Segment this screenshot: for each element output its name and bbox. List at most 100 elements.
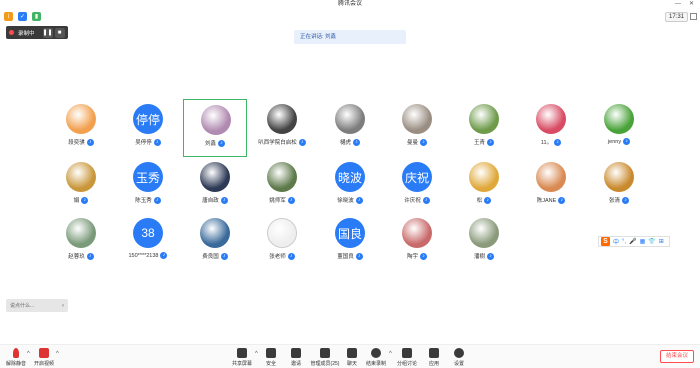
stop-recording-toolbar-button[interactable]: 结束录制: [362, 348, 390, 367]
participant-name-line: 叭西学院白启松 ♪: [250, 138, 314, 146]
participant-name-line: 曼曼 ♪: [385, 138, 449, 146]
video-button[interactable]: 开启视频: [30, 348, 58, 367]
participant-name: 王青: [473, 140, 485, 146]
participant-tile[interactable]: 姚师军 ♪: [250, 157, 314, 215]
participant-tile[interactable]: jenny ♪: [587, 99, 651, 157]
participant-tile[interactable]: 叭西学院白启松 ♪: [250, 99, 314, 157]
stop-recording-button[interactable]: ■: [54, 27, 65, 38]
participant-tile[interactable]: 陶宇 ♪: [385, 213, 449, 271]
add-user-icon: [291, 348, 301, 358]
ime-toolbar[interactable]: S 中 °, 🎤 ▦ 👕 ⊞: [598, 236, 670, 247]
participant-name-line: 王青 ♪: [452, 138, 516, 146]
mic-status-icon: ♪: [355, 252, 363, 260]
close-button[interactable]: ✕: [689, 0, 694, 8]
meeting-toolbar: 解除静音 ^ 开启视频 ^ 共享屏幕 ^ 安全 邀请 管理成员(25) 聊天 结…: [0, 344, 700, 368]
participant-name-line: 张老师 ♪: [250, 252, 314, 260]
avatar: 停停: [133, 104, 163, 134]
participant-name-line: 刘鑫 ♪: [184, 139, 246, 147]
ime-keyboard-icon[interactable]: ▦: [640, 238, 646, 245]
record-options-chevron-icon[interactable]: ^: [389, 351, 392, 357]
participant-name: 段奕骐: [68, 140, 85, 146]
participant-name-line: 11。 ♪: [519, 138, 583, 146]
members-icon: [320, 348, 330, 358]
window-title: 腾讯会议: [337, 1, 362, 7]
invite-button[interactable]: 邀请: [282, 348, 310, 367]
participant-tile[interactable]: 张清 ♪: [587, 157, 651, 215]
participant-tile[interactable]: 38 150****2138 ♪: [116, 213, 180, 271]
participant-name: 曼曼: [406, 140, 418, 146]
participant-name: 张老师: [269, 254, 286, 260]
participant-tile[interactable]: 晓波 徐晓波 ♪: [318, 157, 382, 215]
title-bar: 腾讯会议 — ✕: [0, 0, 700, 8]
pause-recording-button[interactable]: ❚❚: [42, 27, 53, 38]
avatar: [536, 104, 566, 134]
mic-status-icon: ♪: [353, 138, 360, 146]
participant-tile[interactable]: 娟 ♪: [49, 157, 113, 215]
signal-icon[interactable]: ▮: [32, 12, 41, 21]
participant-name: 陶宇: [406, 254, 418, 260]
minimize-button[interactable]: —: [675, 0, 681, 8]
send-icon[interactable]: ›: [62, 303, 64, 309]
participant-tile[interactable]: 停停 吴停停 ♪: [116, 99, 180, 157]
mic-status-icon: ♪: [287, 196, 295, 204]
mic-status-icon: ♪: [484, 196, 492, 204]
participant-tile[interactable]: 樋虎 ♪: [318, 99, 382, 157]
mute-button[interactable]: 解除静音: [2, 348, 30, 367]
participant-name-line: 许庆祝 ♪: [385, 196, 449, 204]
participant-tile[interactable]: 赵蓉玖 ♪: [49, 213, 113, 271]
video-options-chevron-icon[interactable]: ^: [56, 351, 59, 357]
participant-name: 唐自政: [202, 198, 219, 204]
ime-punctuation-icon[interactable]: °,: [622, 239, 626, 245]
ime-skin-icon[interactable]: 👕: [648, 238, 655, 245]
participant-tile[interactable]: 段奕骐 ♪: [49, 99, 113, 157]
shield-icon[interactable]: ✓: [18, 12, 27, 21]
chat-bubble-icon: [347, 348, 357, 358]
participant-tile[interactable]: 11。 ♪: [519, 99, 583, 157]
avatar: 庆祝: [402, 162, 432, 192]
camera-off-icon: [39, 348, 49, 358]
participant-tile[interactable]: 唐自政 ♪: [183, 157, 247, 215]
mic-status-icon: ♪: [220, 252, 228, 260]
recording-label: 录制中: [18, 30, 35, 37]
security-button[interactable]: 安全: [257, 348, 285, 367]
manage-members-button[interactable]: 管理成员(25): [310, 348, 340, 367]
participant-tile[interactable]: 潘樹 ♪: [452, 213, 516, 271]
record-label: 结束录制: [365, 361, 386, 367]
participant-tile[interactable]: 国良 董国良 ♪: [318, 213, 382, 271]
participant-tile[interactable]: 松 ♪: [452, 157, 516, 215]
mic-status-icon: ♪: [420, 138, 427, 146]
breakout-button[interactable]: 分组讨论: [393, 348, 421, 367]
apps-button[interactable]: 应用: [420, 348, 448, 367]
mic-status-icon: ♪: [220, 196, 228, 204]
info-icon[interactable]: i: [4, 12, 13, 21]
avatar: [469, 104, 499, 134]
layout-grid-icon[interactable]: [690, 13, 697, 20]
mic-status-icon: ♪: [81, 196, 89, 204]
video-label: 开启视频: [33, 361, 54, 367]
participant-tile[interactable]: 王青 ♪: [452, 99, 516, 157]
ime-chinese-mode[interactable]: 中: [613, 237, 619, 246]
ime-voice-icon[interactable]: 🎤: [629, 238, 636, 245]
mic-status-icon: ♪: [558, 196, 566, 204]
participant-tile[interactable]: 张老师 ♪: [250, 213, 314, 271]
participant-name-line: 陈JANE ♪: [519, 196, 583, 204]
participant-tile[interactable]: 刘鑫 ♪: [183, 99, 247, 157]
settings-button[interactable]: 设置: [445, 348, 473, 367]
gear-icon: [454, 348, 464, 358]
participant-name: 张清: [608, 198, 620, 204]
avatar: [267, 104, 297, 134]
mic-status-icon: ♪: [86, 138, 94, 146]
participant-tile[interactable]: 玉秀 陈玉秀 ♪: [116, 157, 180, 215]
chat-input[interactable]: 说点什么... ›: [6, 299, 68, 312]
ime-toolbox-icon[interactable]: ⊞: [659, 238, 664, 245]
share-screen-button[interactable]: 共享屏幕: [228, 348, 256, 367]
participant-tile[interactable]: 费良国 ♪: [183, 213, 247, 271]
participant-tile[interactable]: 曼曼 ♪: [385, 99, 449, 157]
mic-muted-icon: [13, 348, 19, 358]
sogou-logo-icon: S: [601, 237, 610, 246]
recording-bar: 录制中 ❚❚ ■: [6, 26, 68, 39]
end-meeting-button[interactable]: 结束会议: [660, 350, 694, 363]
participant-tile[interactable]: 陈JANE ♪: [519, 157, 583, 215]
mic-status-icon: ♪: [487, 252, 494, 260]
participant-tile[interactable]: 庆祝许庆祝 ♪: [385, 157, 449, 215]
